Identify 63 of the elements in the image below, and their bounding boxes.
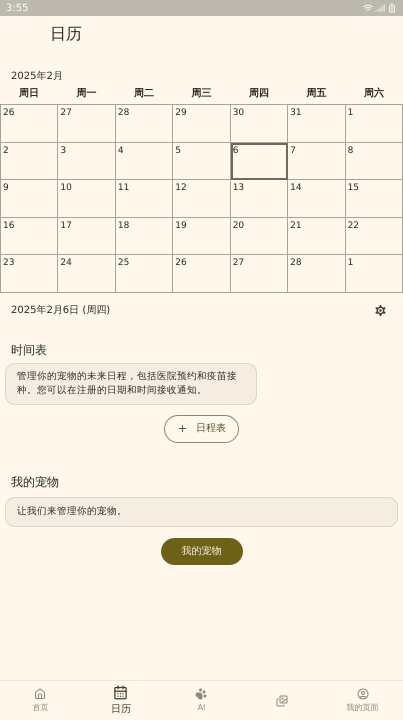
day-cell[interactable]: 30	[230, 105, 288, 142]
day-cell[interactable]: 8	[346, 142, 403, 180]
schedule-button[interactable]: 日程表	[164, 414, 239, 442]
weekday-label: 周六	[363, 86, 386, 101]
day-cell[interactable]: 26	[173, 255, 231, 292]
day-cell[interactable]: 11	[116, 180, 174, 218]
day-cell[interactable]: 29	[173, 105, 231, 142]
day-cell[interactable]: 27	[230, 255, 288, 292]
section-heading: 时间表	[11, 342, 47, 356]
section-heading: 我的宠物	[11, 474, 59, 488]
weekday-label: 周一	[75, 87, 98, 101]
settings-icon[interactable]	[373, 303, 388, 318]
my-pets-button[interactable]: 我的宠物	[160, 538, 242, 564]
weekday-label: 周五	[306, 87, 328, 101]
day-cell[interactable]: 26	[1, 105, 58, 142]
day-cell[interactable]: 9	[1, 180, 58, 218]
day-cell[interactable]: 10	[58, 180, 116, 218]
day-cell[interactable]: 20	[230, 218, 288, 255]
day-cell[interactable]: 19	[173, 218, 231, 255]
status-time: 3:55	[6, 2, 28, 16]
calendar-icon	[113, 684, 128, 700]
day-cell[interactable]: 21	[288, 218, 346, 255]
day-cell[interactable]: 17	[58, 218, 116, 255]
info-card: 让我们来管理你的宠物。	[5, 496, 398, 526]
day-cell[interactable]: 18	[116, 218, 174, 255]
day-cell[interactable]: 1	[346, 105, 403, 142]
weekday-label: 周三	[190, 87, 212, 101]
paw-icon	[195, 688, 208, 700]
day-cell[interactable]: 28	[288, 255, 346, 292]
day-cell[interactable]: 3	[58, 142, 116, 180]
nav-item[interactable]: 日历	[80, 681, 162, 720]
person-icon	[356, 688, 369, 700]
month-label: 2025年2月	[11, 71, 63, 82]
plus-icon	[177, 423, 188, 434]
weekday-label: 周二	[132, 87, 155, 101]
day-cell[interactable]: 7	[288, 142, 346, 180]
day-cell[interactable]: 23	[1, 255, 58, 292]
home-icon	[34, 688, 46, 700]
day-cell[interactable]: 13	[230, 180, 288, 218]
day-cell[interactable]: 4	[116, 142, 174, 180]
day-cell[interactable]: 12	[173, 180, 231, 218]
day-cell[interactable]: 28	[116, 105, 174, 142]
day-cell[interactable]: 27	[58, 105, 116, 142]
gallery-icon	[276, 694, 288, 706]
weekday-label: 周日	[18, 87, 40, 101]
signal-icon	[375, 3, 385, 13]
day-cell[interactable]: 1	[346, 255, 403, 292]
weekday-label: 周四	[248, 87, 270, 101]
day-cell[interactable]: 15	[346, 180, 403, 218]
day-cell[interactable]: 5	[173, 142, 231, 180]
day-cell[interactable]: 16	[1, 218, 58, 255]
day-cell[interactable]: 2	[1, 142, 58, 180]
selected-date: 2025年2月6日 (周四)	[11, 304, 110, 318]
day-cell[interactable]: 24	[58, 255, 116, 292]
wifi-icon	[363, 3, 373, 13]
day-cell[interactable]: 31	[288, 105, 346, 142]
page-title: 日历	[50, 23, 82, 45]
day-cell[interactable]: 22	[346, 218, 403, 255]
day-cell[interactable]: 25	[116, 255, 174, 292]
info-card: 管理你的宠物的未来日程，包括医院预约和疫苗接种。您可以在注册的日期和时间接收通知。	[5, 362, 257, 404]
battery-icon	[387, 3, 397, 13]
day-cell[interactable]: 14	[288, 180, 346, 218]
day-cell[interactable]: 6	[230, 142, 288, 180]
